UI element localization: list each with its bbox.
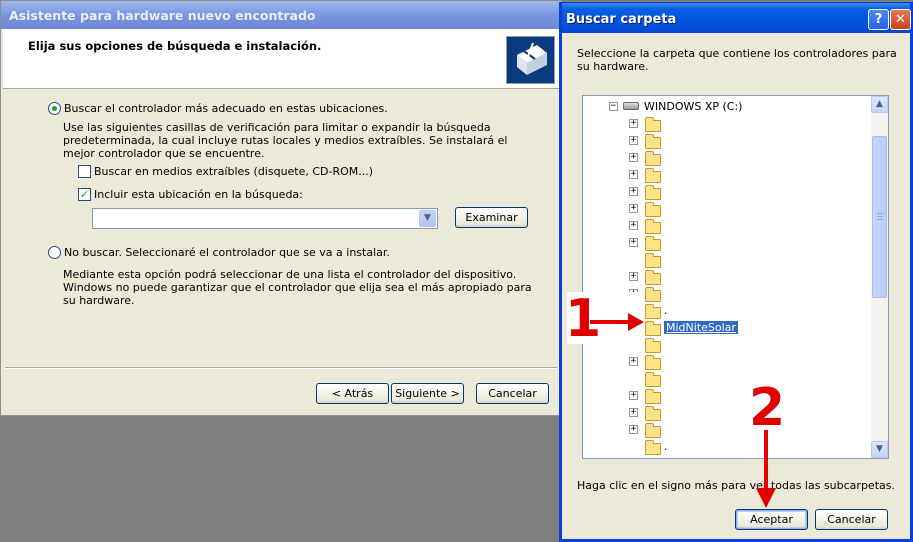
expand-icon[interactable]: + [629, 425, 638, 434]
hard-drive-icon [623, 102, 639, 110]
folder-icon [645, 338, 661, 353]
no-search-radio[interactable] [48, 246, 61, 259]
folder-row[interactable]: + [583, 115, 873, 132]
folder-label[interactable]: . [664, 440, 668, 453]
expand-icon[interactable]: + [629, 170, 638, 179]
wizard-divider [5, 367, 557, 369]
folder-row[interactable]: + [583, 421, 873, 438]
folder-row[interactable] [583, 370, 873, 387]
chevron-down-icon[interactable]: ▼ [419, 210, 436, 227]
expand-icon[interactable]: + [629, 136, 638, 145]
folder-icon [645, 219, 661, 234]
folder-row[interactable]: + [583, 183, 873, 200]
scroll-up-icon[interactable]: ▲ [871, 96, 888, 113]
folder-icon [645, 440, 661, 455]
folder-icon [645, 389, 661, 404]
expand-icon[interactable]: + [629, 204, 638, 213]
wizard-header: Elija sus opciones de búsqueda e instala… [3, 29, 559, 89]
expand-icon[interactable]: + [629, 221, 638, 230]
expand-icon[interactable]: + [629, 272, 638, 281]
folder-icon [645, 287, 661, 302]
folder-icon [645, 168, 661, 183]
folder-icon [645, 151, 661, 166]
folder-icon [645, 355, 661, 370]
folder-row[interactable]: + [583, 404, 873, 421]
scroll-down-icon[interactable]: ▼ [871, 441, 888, 458]
folder-icon [645, 304, 661, 319]
folder-icon [645, 321, 661, 336]
folder-row[interactable]: + [583, 166, 873, 183]
drive-row[interactable]: − WINDOWS XP (C:) [583, 98, 873, 115]
no-search-label: No buscar. Seleccionaré el controlador q… [64, 246, 390, 259]
folder-row[interactable]: + [583, 200, 873, 217]
browse-cancel-button[interactable]: Cancelar [815, 509, 888, 530]
search-locations-description: Use las siguientes casillas de verificac… [63, 121, 508, 160]
browse-hint: Haga clic en el signo más para ver todas… [577, 479, 895, 492]
annotation-step-2: 2 [749, 378, 786, 438]
folder-icon [645, 236, 661, 251]
folder-row[interactable] [583, 251, 873, 268]
folder-icon [645, 253, 661, 268]
location-combobox[interactable]: ▼ [92, 208, 438, 229]
no-search-description: Mediante esta opción podrá seleccionar d… [63, 268, 532, 307]
folder-row[interactable]: + [583, 387, 873, 404]
folder-icon [645, 406, 661, 421]
close-icon[interactable]: ✕ [890, 9, 911, 30]
tree-scrollbar[interactable]: ▲ ▼ [871, 96, 888, 458]
expand-icon[interactable]: + [629, 187, 638, 196]
folder-icon [645, 270, 661, 285]
browse-button[interactable]: Examinar [455, 207, 528, 228]
ok-button[interactable]: Aceptar [735, 509, 808, 530]
removable-media-label: Buscar en medios extraíbles (disquete, C… [94, 165, 374, 178]
folder-icon [645, 372, 661, 387]
expand-icon[interactable]: + [629, 153, 638, 162]
folder-icon [645, 202, 661, 217]
include-location-label: Incluir esta ubicación en la búsqueda: [94, 188, 303, 201]
expand-icon[interactable]: + [629, 391, 638, 400]
folder-row[interactable]: + [583, 234, 873, 251]
folder-row[interactable]: + [583, 149, 873, 166]
folder-icon [645, 185, 661, 200]
selected-folder-label[interactable]: MidNiteSolar [664, 321, 738, 334]
folder-row[interactable]: + [583, 353, 873, 370]
folder-row[interactable]: + [583, 217, 873, 234]
folder-row[interactable]: . [583, 438, 873, 455]
wizard-header-title: Elija sus opciones de búsqueda e instala… [28, 39, 322, 53]
expand-icon[interactable]: + [629, 119, 638, 128]
browse-instruction: Seleccione la carpeta que contiene los c… [577, 47, 897, 73]
folder-tree[interactable]: − WINDOWS XP (C:) + + + + + + + + + +. MidNiteSola… [582, 95, 889, 459]
include-location-checkbox[interactable]: ✓ [78, 188, 91, 201]
wizard-cancel-button[interactable]: Cancelar [476, 383, 549, 404]
wizard-titlebar: Asistente para hardware nuevo encontrado [1, 1, 561, 29]
collapse-icon[interactable]: − [609, 102, 618, 111]
removable-media-checkbox[interactable] [78, 165, 91, 178]
expand-icon[interactable]: + [629, 238, 638, 247]
expand-icon[interactable]: + [629, 408, 638, 417]
folder-icon [645, 117, 661, 132]
browse-folder-dialog: Buscar carpeta ? ✕ Seleccione la carpeta… [559, 2, 913, 542]
scroll-thumb[interactable] [872, 136, 887, 298]
folder-row[interactable]: + [583, 132, 873, 149]
next-button[interactable]: Siguiente > [391, 383, 464, 404]
search-locations-label: Buscar el controlador más adecuado en es… [64, 102, 388, 115]
folder-icon [645, 134, 661, 149]
hardware-wizard-window: Asistente para hardware nuevo encontrado… [0, 0, 562, 416]
back-button[interactable]: < Atrás [316, 383, 389, 404]
search-locations-radio[interactable] [48, 102, 61, 115]
drive-label: WINDOWS XP (C:) [644, 100, 743, 113]
annotation-arrow-1 [590, 313, 644, 331]
folder-row[interactable]: + [583, 268, 873, 285]
hardware-wizard-icon [506, 36, 555, 84]
expand-icon[interactable]: + [629, 357, 638, 366]
annotation-arrow-2 [756, 430, 776, 508]
help-icon[interactable]: ? [868, 9, 889, 30]
folder-icon [645, 423, 661, 438]
folder-label[interactable]: . [664, 304, 668, 317]
browse-titlebar: Buscar carpeta [562, 3, 910, 33]
